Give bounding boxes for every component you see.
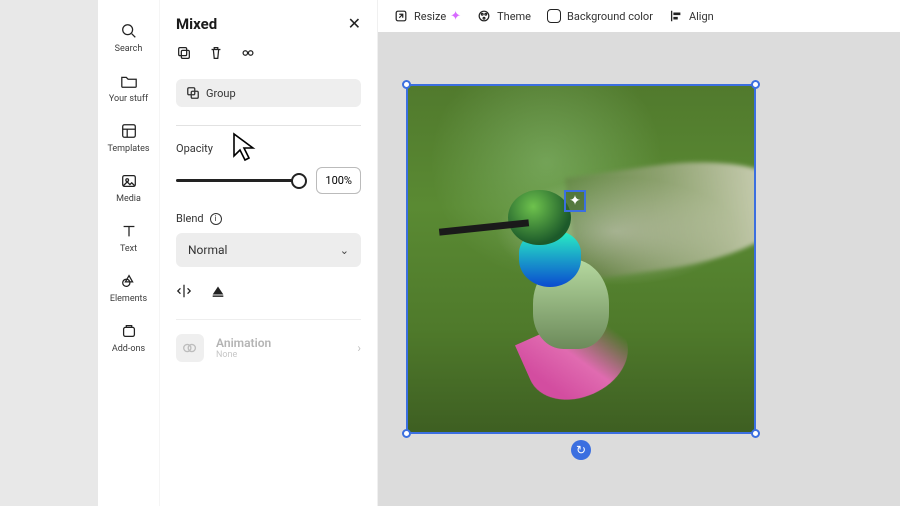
opacity-slider[interactable] bbox=[176, 179, 306, 182]
panel-title: Mixed bbox=[176, 15, 217, 33]
ai-sparkle-icon: ✦ bbox=[450, 9, 461, 24]
rail-your-stuff[interactable]: Your stuff bbox=[98, 68, 159, 108]
blend-label: Blend bbox=[176, 212, 204, 225]
color-swatch-icon bbox=[547, 9, 561, 23]
info-icon[interactable]: i bbox=[210, 213, 222, 225]
slider-handle[interactable] bbox=[291, 173, 307, 189]
shapes-icon bbox=[120, 272, 138, 290]
text-icon bbox=[120, 222, 138, 240]
animation-label: Animation bbox=[216, 336, 271, 350]
rail-label: Templates bbox=[107, 144, 149, 154]
lock-button[interactable] bbox=[240, 45, 256, 61]
context-toolbar: Resize ✦ Theme Background color Align bbox=[378, 0, 900, 32]
theme-label: Theme bbox=[497, 10, 531, 23]
chevron-right-icon: › bbox=[357, 341, 361, 355]
rail-label: Your stuff bbox=[109, 94, 148, 104]
rail-search[interactable]: Search bbox=[98, 18, 159, 58]
properties-panel: Mixed ✕ Group Opacity 100% bbox=[160, 0, 378, 506]
media-icon bbox=[120, 172, 138, 190]
duplicate-button[interactable] bbox=[176, 45, 192, 61]
delete-button[interactable] bbox=[208, 45, 224, 61]
blend-value: Normal bbox=[188, 243, 227, 257]
selected-shape-star[interactable]: ✦ bbox=[564, 190, 586, 212]
rail-label: Text bbox=[120, 244, 137, 254]
resize-label: Resize bbox=[414, 10, 446, 23]
search-icon bbox=[120, 22, 138, 40]
flip-horizontal-button[interactable] bbox=[176, 283, 192, 299]
group-button[interactable]: Group bbox=[176, 79, 361, 107]
chevron-down-icon: ⌄ bbox=[340, 244, 349, 257]
flip-vertical-button[interactable] bbox=[210, 283, 226, 299]
left-rail: Search Your stuff Templates Media Text bbox=[98, 0, 160, 506]
addons-icon bbox=[120, 322, 138, 340]
rail-text[interactable]: Text bbox=[98, 218, 159, 258]
animation-value: None bbox=[216, 350, 271, 360]
resize-handle-top-right[interactable] bbox=[751, 80, 760, 89]
close-panel-button[interactable]: ✕ bbox=[348, 14, 361, 33]
rotate-handle[interactable]: ↻ bbox=[571, 440, 591, 460]
animation-section[interactable]: Animation None › bbox=[176, 319, 361, 376]
theme-button[interactable]: Theme bbox=[473, 6, 535, 26]
templates-icon bbox=[120, 122, 138, 140]
align-button[interactable]: Align bbox=[665, 6, 718, 26]
folder-icon bbox=[120, 72, 138, 90]
resize-handle-bottom-left[interactable] bbox=[402, 429, 411, 438]
opacity-value-input[interactable]: 100% bbox=[316, 167, 361, 194]
rail-media[interactable]: Media bbox=[98, 168, 159, 208]
rail-addons[interactable]: Add-ons bbox=[98, 318, 159, 358]
rail-label: Elements bbox=[110, 294, 147, 304]
opacity-label: Opacity bbox=[176, 142, 361, 155]
animation-icon bbox=[176, 334, 204, 362]
rail-label: Search bbox=[115, 44, 143, 54]
align-label: Align bbox=[689, 10, 714, 23]
resize-button[interactable]: Resize ✦ bbox=[390, 6, 465, 27]
blend-select[interactable]: Normal ⌄ bbox=[176, 233, 361, 267]
rail-elements[interactable]: Elements bbox=[98, 268, 159, 308]
canvas[interactable]: ↻ ✦ bbox=[378, 32, 900, 506]
divider bbox=[176, 125, 361, 126]
rail-templates[interactable]: Templates bbox=[98, 118, 159, 158]
bgcolor-label: Background color bbox=[567, 10, 653, 23]
selected-image[interactable]: ↻ bbox=[406, 84, 756, 434]
background-color-button[interactable]: Background color bbox=[543, 6, 657, 26]
resize-handle-bottom-right[interactable] bbox=[751, 429, 760, 438]
image-content bbox=[408, 86, 754, 432]
rail-label: Add-ons bbox=[112, 344, 145, 354]
group-label: Group bbox=[206, 87, 236, 100]
rail-label: Media bbox=[116, 194, 141, 204]
resize-handle-top-left[interactable] bbox=[402, 80, 411, 89]
